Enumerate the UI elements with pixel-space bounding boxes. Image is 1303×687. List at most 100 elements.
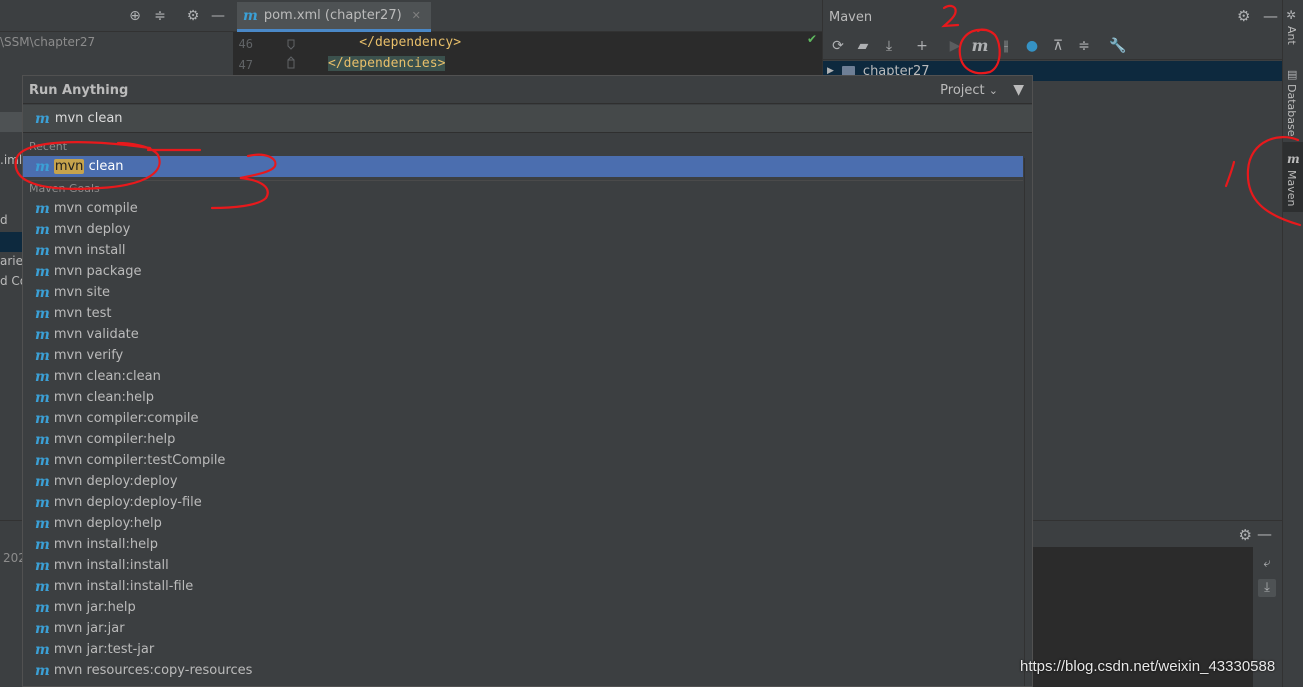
minimize-icon[interactable]: — <box>210 8 226 24</box>
gear-icon[interactable]: ⚙ <box>185 8 201 24</box>
stripe-maven[interactable]: Maven <box>1285 170 1298 206</box>
list-item-label: mvn clean <box>53 159 124 174</box>
close-icon[interactable]: ✕ <box>412 9 421 22</box>
list-item-label: mvn deploy:help <box>53 516 162 531</box>
minimize-icon[interactable]: — <box>1263 8 1278 24</box>
stripe-ant[interactable]: Ant <box>1285 26 1298 45</box>
goal-item[interactable]: m mvn jar:help <box>23 597 1023 618</box>
goal-item[interactable]: m mvn jar:jar <box>23 618 1023 639</box>
maven-title: Maven <box>829 10 873 25</box>
goal-item[interactable]: m mvn deploy:help <box>23 513 1023 534</box>
goal-item[interactable]: m mvn deploy <box>23 219 1023 240</box>
maven-icon: m <box>35 515 50 532</box>
list-item-label: mvn compiler:compile <box>53 411 199 426</box>
goal-item[interactable]: m mvn jar:test-jar <box>23 639 1023 660</box>
results-list: Recent m mvn clean Maven Goals m mvn comp… <box>23 134 1023 686</box>
code-line[interactable]: </dependencies> <box>328 56 446 71</box>
goal-item[interactable]: m mvn install:help <box>23 534 1023 555</box>
skip-tests-icon[interactable]: ● <box>1023 37 1041 55</box>
run-icon[interactable]: ▶ <box>946 37 964 55</box>
goal-item[interactable]: m mvn resources:copy-resources <box>23 660 1023 681</box>
reload-icon[interactable]: ⟳ <box>829 37 847 55</box>
list-item-label: mvn jar:jar <box>53 621 125 636</box>
search-value: mvn clean <box>54 111 123 126</box>
soft-wrap-icon[interactable]: ⤶ <box>1258 555 1276 573</box>
generate-sources-icon[interactable]: ▰ <box>854 37 872 55</box>
search-input[interactable]: m mvn clean <box>23 105 1032 133</box>
goal-item[interactable]: m mvn site <box>23 282 1023 303</box>
maven-icon: m <box>35 536 50 553</box>
show-dependencies-icon[interactable]: ⊼ <box>1049 37 1067 55</box>
maven-icon: m <box>35 410 50 427</box>
match-highlight: mvn <box>53 159 85 174</box>
tree-item-fragment[interactable]: d <box>0 213 8 227</box>
maven-icon: m <box>35 473 50 490</box>
goal-item[interactable]: m mvn package <box>23 261 1023 282</box>
locate-icon[interactable]: ⊕ <box>127 8 143 24</box>
goal-item[interactable]: m mvn deploy:deploy <box>23 471 1023 492</box>
list-item-label: mvn compiler:help <box>53 432 176 447</box>
tree-row-selected[interactable] <box>0 112 22 132</box>
minimize-icon[interactable]: — <box>1257 525 1272 543</box>
tree-item-fragment[interactable]: .iml <box>0 153 22 167</box>
list-item-label: mvn verify <box>53 348 124 363</box>
project-path: \SSM\chapter27 <box>0 35 96 49</box>
right-tool-stripe: ✲ Ant ▤ Database m Maven <box>1282 0 1303 687</box>
maven-icon: m <box>35 347 50 364</box>
maven-icon: m <box>35 242 50 259</box>
list-item-rest: clean <box>84 159 124 174</box>
add-icon[interactable]: + <box>913 37 931 55</box>
watermark: https://blog.csdn.net/weixin_43330588 <box>1020 658 1276 675</box>
maven-icon: m <box>35 431 50 448</box>
scope-dropdown[interactable]: Project ⌄ <box>940 83 998 98</box>
goal-item[interactable]: m mvn test <box>23 303 1023 324</box>
wrench-icon[interactable]: 🔧 <box>1109 37 1127 55</box>
gear-icon[interactable]: ⚙ <box>1239 526 1252 544</box>
maven-icon: m <box>35 110 50 127</box>
goal-item[interactable]: m mvn install <box>23 240 1023 261</box>
fold-marker-icon[interactable] <box>285 38 297 74</box>
ant-icon: ✲ <box>1286 8 1297 22</box>
maven-icon: m <box>35 620 50 637</box>
section-maven-goals: Maven Goals <box>29 182 100 195</box>
goal-item[interactable]: m mvn clean:clean <box>23 366 1023 387</box>
scrollbar[interactable] <box>1024 158 1032 686</box>
goal-item[interactable]: m mvn validate <box>23 324 1023 345</box>
run-anything-popup: Run Anything Project ⌄ ▼ m mvn clean Rec… <box>22 75 1033 687</box>
list-item-label: mvn compiler:testCompile <box>53 453 226 468</box>
goal-item[interactable]: m mvn compiler:testCompile <box>23 450 1023 471</box>
scroll-to-end-icon[interactable]: ⤓ <box>1258 579 1276 597</box>
maven-icon: m <box>35 452 50 469</box>
stripe-database[interactable]: Database <box>1285 84 1298 137</box>
maven-icon: m <box>35 305 50 322</box>
goal-item[interactable]: m mvn deploy:deploy-file <box>23 492 1023 513</box>
divider <box>23 180 1023 181</box>
maven-icon: m <box>35 284 50 301</box>
toggle-offline-icon[interactable]: ⫲ <box>997 37 1015 55</box>
list-item-label: mvn test <box>53 306 112 321</box>
goal-item[interactable]: m mvn compile <box>23 198 1023 219</box>
goal-item[interactable]: m mvn clean:help <box>23 387 1023 408</box>
filter-icon[interactable]: ▼ <box>1013 82 1024 98</box>
tab-pom-xml[interactable]: m pom.xml (chapter27) ✕ <box>237 2 431 32</box>
goal-item[interactable]: m mvn verify <box>23 345 1023 366</box>
tree-row-highlight[interactable] <box>0 232 22 252</box>
maven-icon: m <box>35 557 50 574</box>
download-icon[interactable]: ⤓ <box>880 37 898 55</box>
gear-icon[interactable]: ⚙ <box>1237 8 1250 24</box>
maven-icon: m <box>35 662 50 679</box>
goal-item[interactable]: m mvn install:install-file <box>23 576 1023 597</box>
goal-item[interactable]: m mvn compiler:compile <box>23 408 1023 429</box>
line-number: 46 <box>238 37 253 51</box>
collapse-all-icon[interactable]: ≑ <box>1075 37 1093 55</box>
maven-icon: m <box>35 221 50 238</box>
goal-item[interactable]: m mvn compiler:help <box>23 429 1023 450</box>
collapse-all-icon[interactable]: ≑ <box>152 8 168 24</box>
goal-item[interactable]: m mvn install:install <box>23 555 1023 576</box>
database-icon: ▤ <box>1287 68 1298 81</box>
list-item-label: mvn install:install-file <box>53 579 194 594</box>
code-line[interactable]: </dependency> <box>328 35 461 50</box>
execute-maven-goal-icon[interactable]: m <box>971 37 989 55</box>
maven-toolbar: ⟳ ▰ ⤓ + ▶ m ⫲ ● ⊼ ≑ 🔧 <box>823 32 1283 60</box>
recent-item-mvn-clean[interactable]: m mvn clean <box>23 156 1023 177</box>
